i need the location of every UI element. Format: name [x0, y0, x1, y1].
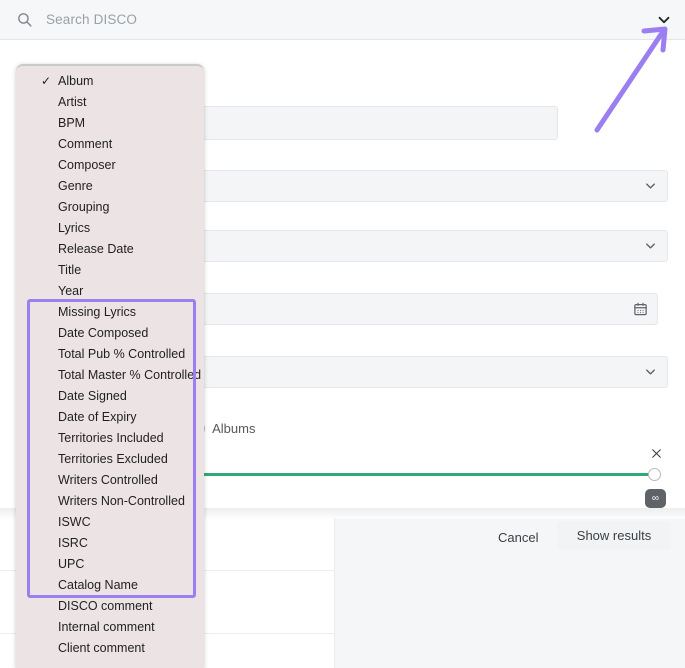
dropdown-item-label: Year [58, 284, 83, 298]
dropdown-item-date-composed[interactable]: Date Composed [16, 323, 204, 344]
dropdown-item-writers-non-controlled[interactable]: Writers Non-Controlled [16, 491, 204, 512]
chevron-down-icon [643, 239, 658, 254]
dropdown-item-label: Date Signed [58, 389, 127, 403]
dropdown-item-territories-excluded[interactable]: Territories Excluded [16, 449, 204, 470]
dropdown-item-label: Comment [58, 137, 112, 151]
dropdown-item-comment[interactable]: Comment [16, 134, 204, 155]
search-icon [16, 11, 33, 28]
dropdown-item-isrc[interactable]: ISRC [16, 533, 204, 554]
dropdown-item-label: Album [58, 74, 93, 88]
dropdown-item-total-pub-controlled[interactable]: Total Pub % Controlled [16, 344, 204, 365]
dropdown-group-primary: ✓ Album Artist BPM Comment Composer Genre Group… [16, 71, 204, 302]
dropdown-item-catalog-name[interactable]: Catalog Name [16, 575, 204, 596]
dropdown-group-highlighted: Missing Lyrics Date Composed Total Pub % C… [16, 302, 204, 596]
dropdown-item-label: Total Pub % Controlled [58, 347, 185, 361]
dropdown-item-date-signed[interactable]: Date Signed [16, 386, 204, 407]
dropdown-item-label: Internal comment [58, 620, 155, 634]
dropdown-item-grouping[interactable]: Grouping [16, 197, 204, 218]
dropdown-item-label: DISCO comment [58, 599, 152, 613]
calendar-icon[interactable] [633, 302, 648, 317]
dropdown-item-label: UPC [58, 557, 84, 571]
dropdown-item-year[interactable]: Year [16, 281, 204, 302]
chevron-down-icon [643, 179, 658, 194]
dropdown-item-artist[interactable]: Artist [16, 92, 204, 113]
dropdown-item-upc[interactable]: UPC [16, 554, 204, 575]
dropdown-item-label: Client comment [58, 641, 145, 655]
dropdown-item-label: Lyrics [58, 221, 90, 235]
radio-option-albums-label: Albums [212, 421, 255, 436]
dropdown-item-label: Date of Expiry [58, 410, 137, 424]
dropdown-item-label: Composer [58, 158, 116, 172]
dropdown-item-composer[interactable]: Composer [16, 155, 204, 176]
dropdown-item-album[interactable]: ✓ Album [16, 71, 204, 92]
chevron-down-icon [643, 365, 658, 380]
dropdown-item-label: Total Master % Controlled [58, 368, 201, 382]
dropdown-item-genre[interactable]: Genre [16, 176, 204, 197]
range-slider-track[interactable] [200, 473, 660, 476]
dropdown-item-missing-lyrics[interactable]: Missing Lyrics [16, 302, 204, 323]
dropdown-item-territories-included[interactable]: Territories Included [16, 428, 204, 449]
dropdown-item-release-date[interactable]: Release Date [16, 239, 204, 260]
dropdown-item-label: Date Composed [58, 326, 148, 340]
range-slider-handle[interactable] [648, 468, 661, 481]
dropdown-item-iswc[interactable]: ISWC [16, 512, 204, 533]
dropdown-item-label: BPM [58, 116, 85, 130]
show-results-button[interactable]: Show results [557, 521, 671, 550]
close-icon[interactable] [650, 447, 663, 460]
dropdown-item-lyrics[interactable]: Lyrics [16, 218, 204, 239]
dropdown-item-label: Release Date [58, 242, 134, 256]
dropdown-item-label: Genre [58, 179, 93, 193]
filter-by-dropdown[interactable]: ✓ Album Artist BPM Comment Composer Genre Group… [16, 64, 204, 668]
dropdown-item-writers-controlled[interactable]: Writers Controlled [16, 470, 204, 491]
dropdown-item-label: Territories Excluded [58, 452, 168, 466]
search-input[interactable]: Search DISCO [46, 12, 137, 27]
cancel-button[interactable]: Cancel [488, 524, 548, 551]
app-screen: Filter by [0, 0, 685, 668]
dropdown-group-comments: DISCO comment Internal comment Client comm… [16, 596, 204, 659]
dropdown-item-label: Grouping [58, 200, 109, 214]
chevron-down-icon[interactable] [655, 11, 673, 29]
dropdown-item-label: Artist [58, 95, 86, 109]
dropdown-item-disco-comment[interactable]: DISCO comment [16, 596, 204, 617]
dropdown-item-bpm[interactable]: BPM [16, 113, 204, 134]
range-slider-value-badge: ∞ [645, 489, 666, 508]
dropdown-item-label: Territories Included [58, 431, 164, 445]
dropdown-item-total-master-controlled[interactable]: Total Master % Controlled [16, 365, 204, 386]
dropdown-item-client-comment[interactable]: Client comment [16, 638, 204, 659]
dropdown-item-label: Writers Controlled [58, 473, 158, 487]
dropdown-item-label: ISRC [58, 536, 88, 550]
dropdown-item-label: Title [58, 263, 81, 277]
dropdown-item-label: Catalog Name [58, 578, 138, 592]
dropdown-item-date-of-expiry[interactable]: Date of Expiry [16, 407, 204, 428]
dropdown-item-title[interactable]: Title [16, 260, 204, 281]
dropdown-item-label: Writers Non-Controlled [58, 494, 185, 508]
dropdown-item-internal-comment[interactable]: Internal comment [16, 617, 204, 638]
search-bar[interactable]: Search DISCO [0, 0, 685, 40]
dropdown-item-label: ISWC [58, 515, 91, 529]
dropdown-item-label: Missing Lyrics [58, 305, 136, 319]
check-icon: ✓ [41, 71, 51, 92]
